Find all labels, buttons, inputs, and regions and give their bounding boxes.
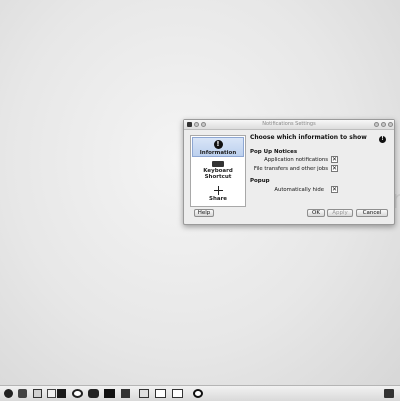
sidebar-item-label: Information (199, 150, 237, 156)
window-title: Notifications Settings (262, 121, 316, 127)
sidebar-item-label: Keyboard Shortcut (203, 168, 233, 180)
page-heading: Choose which information to show (250, 134, 367, 141)
sidebar-item-label: Share (208, 196, 228, 202)
dolphin-icon[interactable] (18, 389, 27, 398)
terminal-icon[interactable] (104, 389, 115, 398)
section-title-pop-up-notices: Pop Up Notices (250, 149, 298, 155)
graph-icon[interactable] (121, 389, 130, 398)
sidebar-item-share[interactable]: Share (192, 186, 244, 204)
clock-icon[interactable] (193, 389, 203, 398)
cancel-button[interactable]: Cancel (356, 209, 388, 217)
mail-icon[interactable] (155, 389, 166, 398)
tray-icon[interactable] (384, 389, 394, 398)
apply-button[interactable]: Apply (327, 209, 353, 217)
window-maximize-button[interactable] (381, 122, 386, 127)
section-title-popup: Popup (250, 178, 270, 184)
share-icon (213, 186, 223, 195)
automatically-hide-checkbox[interactable]: ✕ (331, 186, 338, 193)
chat-icon[interactable] (88, 389, 99, 398)
window-titlebar[interactable]: Notifications Settings (184, 120, 394, 130)
settings-sidebar: ! Information Keyboard Shortcut Share (190, 135, 246, 207)
application-notifications-checkbox[interactable]: ✕ (331, 156, 338, 163)
notifications-settings-dialog: Notifications Settings ! Information Key… (183, 119, 395, 225)
ok-button[interactable]: OK (307, 209, 325, 217)
kde-menu-icon[interactable] (4, 389, 13, 398)
option-label-automatically-hide: Automatically hide (274, 187, 324, 193)
monitor-icon[interactable] (33, 389, 42, 398)
option-label-file-transfers: File transfers and other jobs (253, 166, 328, 172)
window-minimize-button[interactable] (374, 122, 379, 127)
option-label-application-notifications: Application notifications (264, 157, 328, 163)
info-icon: ! (213, 140, 223, 149)
blank-app-icon[interactable] (57, 389, 66, 398)
info-icon: ! (379, 136, 386, 143)
envelope-icon[interactable] (172, 389, 183, 398)
settings-content: Choose which information to show ! Pop U… (250, 134, 388, 206)
sidebar-item-keyboard-shortcut[interactable]: Keyboard Shortcut (192, 161, 244, 181)
window-icon[interactable] (139, 389, 149, 398)
file-transfers-checkbox[interactable]: ✕ (331, 165, 338, 172)
taskbar (0, 385, 400, 401)
help-button[interactable]: Help (194, 209, 214, 217)
window-close-button[interactable] (388, 122, 393, 127)
keyboard-icon (212, 161, 224, 167)
sidebar-item-information[interactable]: ! Information (192, 137, 244, 157)
eye-icon[interactable] (72, 389, 83, 398)
save-icon[interactable] (47, 389, 56, 398)
